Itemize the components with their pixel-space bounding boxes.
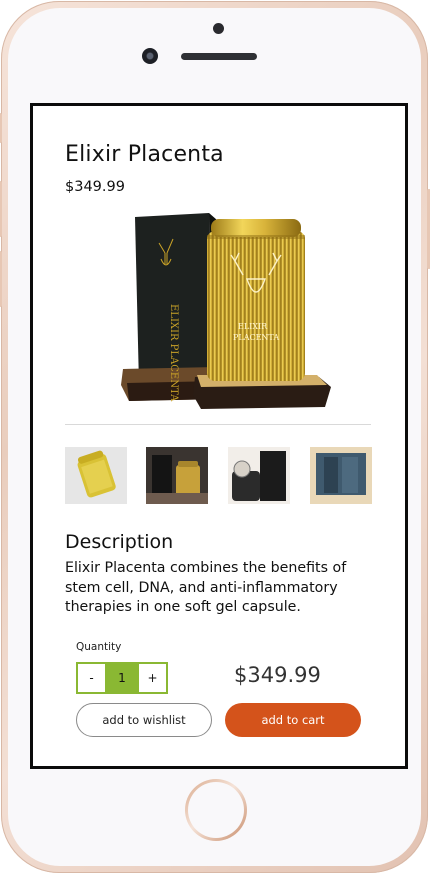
- quantity-label: Quantity: [76, 641, 122, 653]
- quantity-value[interactable]: 1: [107, 664, 137, 692]
- quantity-increase-button[interactable]: +: [137, 664, 166, 692]
- add-to-wishlist-button[interactable]: add to wishlist: [76, 703, 212, 737]
- front-camera-icon: [142, 48, 158, 64]
- earpiece-speaker: [181, 53, 257, 60]
- home-button[interactable]: [185, 779, 247, 841]
- add-to-cart-button[interactable]: add to cart: [225, 703, 361, 737]
- jar-label-text-2: PLACENTA: [233, 333, 279, 342]
- description-heading: Description: [65, 531, 174, 553]
- product-title: Elixir Placenta: [65, 142, 224, 167]
- total-price: $349.99: [234, 663, 321, 687]
- quantity-decrease-button[interactable]: -: [78, 664, 107, 692]
- thumbnail-gallery: [65, 447, 373, 504]
- jar-label-text: ELIXIR: [238, 322, 268, 331]
- product-price: $349.99: [65, 179, 125, 195]
- volume-down-button: [0, 251, 2, 307]
- quantity-stepper: - 1 +: [76, 662, 168, 694]
- product-main-image: ELIXIR PLACENTA ELIXIR PLACENTA: [121, 209, 373, 421]
- thumbnail-3[interactable]: [228, 447, 290, 504]
- thumbnail-2[interactable]: [146, 447, 208, 504]
- volume-up-button: [0, 181, 2, 237]
- mute-switch: [0, 113, 2, 143]
- thumbnail-4[interactable]: [310, 447, 372, 504]
- description-text: Elixir Placenta combines the benefits of…: [65, 560, 347, 615]
- product-screen: Elixir Placenta $349.99 ELIXIR PLACENTA …: [30, 103, 408, 769]
- proximity-sensor-icon: [213, 23, 224, 34]
- image-divider: [65, 424, 371, 425]
- thumbnail-1[interactable]: [65, 447, 127, 504]
- box-label-text: ELIXIR PLACENTA: [168, 304, 179, 402]
